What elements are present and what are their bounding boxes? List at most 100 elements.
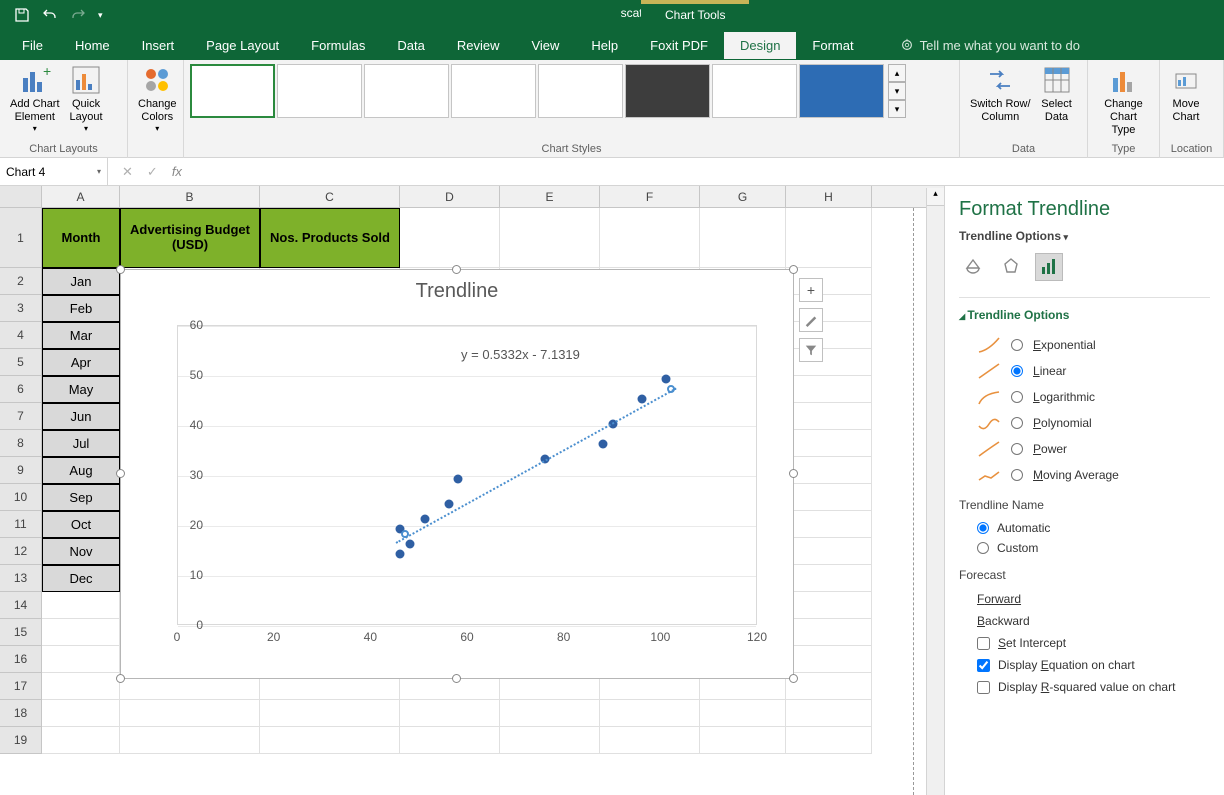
tab-review[interactable]: Review [441,32,516,59]
cell-A7[interactable]: Jun [42,403,120,430]
chart-style-5[interactable] [538,64,623,118]
cell-G19[interactable] [700,727,786,754]
cell-A12[interactable]: Nov [42,538,120,565]
chart-filters-button[interactable] [799,338,823,362]
cell-B18[interactable] [120,700,260,727]
cell-A8[interactable]: Jul [42,430,120,457]
select-all-triangle[interactable] [0,186,42,207]
cell-A5[interactable]: Apr [42,349,120,376]
tab-view[interactable]: View [515,32,575,59]
enter-formula-icon[interactable]: ✓ [147,164,158,180]
row-header-9[interactable]: 9 [0,457,42,484]
quick-layout-button[interactable]: Quick Layout▾ [66,62,107,136]
chart-style-4[interactable] [451,64,536,118]
display-equation-checkbox[interactable] [977,659,990,672]
row-header-7[interactable]: 7 [0,403,42,430]
cell-D18[interactable] [400,700,500,727]
redo-icon[interactable] [70,7,86,23]
col-header-F[interactable]: F [600,186,700,207]
cell-H11[interactable] [786,511,872,538]
cell-A16[interactable] [42,646,120,673]
change-chart-type-button[interactable]: Change Chart Type [1094,62,1153,140]
cell-H16[interactable] [786,646,872,673]
row-header-14[interactable]: 14 [0,592,42,619]
chart-styles-button[interactable] [799,308,823,332]
fill-line-tab-icon[interactable] [959,253,987,281]
embedded-chart[interactable]: Trendline y = 0.5332x - 7.1319 + 0102030… [120,269,794,679]
trendline-type-power[interactable]: Power [959,436,1210,462]
tab-design[interactable]: Design [724,32,796,59]
cell-G1[interactable] [700,208,786,268]
cell-A2[interactable]: Jan [42,268,120,295]
trendline-type-linear[interactable]: Linear [959,358,1210,384]
cell-A10[interactable]: Sep [42,484,120,511]
data-point[interactable] [406,540,415,549]
cell-G18[interactable] [700,700,786,727]
row-header-17[interactable]: 17 [0,673,42,700]
trendline-type-exponential[interactable]: Exponential [959,332,1210,358]
cell-A1[interactable]: Month [42,208,120,268]
add-chart-element-button[interactable]: + Add Chart Element▾ [6,62,64,136]
chart-style-6[interactable] [625,64,710,118]
trendline[interactable] [395,387,676,543]
plot-area[interactable] [177,325,757,625]
cell-H17[interactable] [786,673,872,700]
pane-options-dropdown[interactable]: Trendline Options [959,229,1210,243]
tab-file[interactable]: File [6,32,59,59]
col-header-A[interactable]: A [42,186,120,207]
gallery-scroll-up[interactable]: ▴ [888,64,906,82]
tab-home[interactable]: Home [59,32,126,59]
chart-style-7[interactable] [712,64,797,118]
display-rsquared-checkbox[interactable] [977,681,990,694]
tab-format[interactable]: Format [796,32,869,59]
cell-H14[interactable] [786,592,872,619]
col-header-H[interactable]: H [786,186,872,207]
cell-E18[interactable] [500,700,600,727]
tab-foxit-pdf[interactable]: Foxit PDF [634,32,724,59]
cell-H10[interactable] [786,484,872,511]
effects-tab-icon[interactable] [997,253,1025,281]
row-header-15[interactable]: 15 [0,619,42,646]
cell-H7[interactable] [786,403,872,430]
forecast-forward[interactable]: Forward [959,588,1210,610]
row-header-12[interactable]: 12 [0,538,42,565]
cancel-formula-icon[interactable]: ✕ [122,164,133,180]
select-data-button[interactable]: Select Data [1037,62,1077,126]
col-header-D[interactable]: D [400,186,500,207]
cell-A14[interactable] [42,592,120,619]
tab-data[interactable]: Data [381,32,440,59]
set-intercept-checkbox[interactable] [977,637,990,650]
row-header-11[interactable]: 11 [0,511,42,538]
col-header-G[interactable]: G [700,186,786,207]
qat-customize-icon[interactable]: ▾ [98,10,103,21]
cell-B1[interactable]: Advertising Budget (USD) [120,208,260,268]
gallery-scroll-down[interactable]: ▾ [888,82,906,100]
name-box[interactable]: Chart 4▾ [0,158,108,185]
data-point[interactable] [444,500,453,509]
row-header-16[interactable]: 16 [0,646,42,673]
trendline-options-section[interactable]: Trendline Options [959,308,1210,322]
move-chart-button[interactable]: Move Chart [1166,62,1206,126]
row-header-6[interactable]: 6 [0,376,42,403]
gallery-more[interactable]: ▾ [888,100,906,118]
tell-me-search[interactable]: Tell me what you want to do [900,38,1080,53]
chart-elements-button[interactable]: + [799,278,823,302]
chart-title[interactable]: Trendline [121,270,793,303]
cell-E19[interactable] [500,727,600,754]
data-point[interactable] [396,550,405,559]
cell-C18[interactable] [260,700,400,727]
cell-A11[interactable]: Oct [42,511,120,538]
save-icon[interactable] [14,7,30,23]
cell-C1[interactable]: Nos. Products Sold [260,208,400,268]
data-point[interactable] [599,440,608,449]
cell-F18[interactable] [600,700,700,727]
cell-A19[interactable] [42,727,120,754]
trendline-options-tab-icon[interactable] [1035,253,1063,281]
cell-H9[interactable] [786,457,872,484]
row-header-13[interactable]: 13 [0,565,42,592]
forecast-backward[interactable]: Backward [959,610,1210,632]
fx-icon[interactable]: fx [172,164,182,179]
vertical-scrollbar[interactable]: ▴ [926,188,944,795]
cell-C19[interactable] [260,727,400,754]
data-point[interactable] [454,475,463,484]
